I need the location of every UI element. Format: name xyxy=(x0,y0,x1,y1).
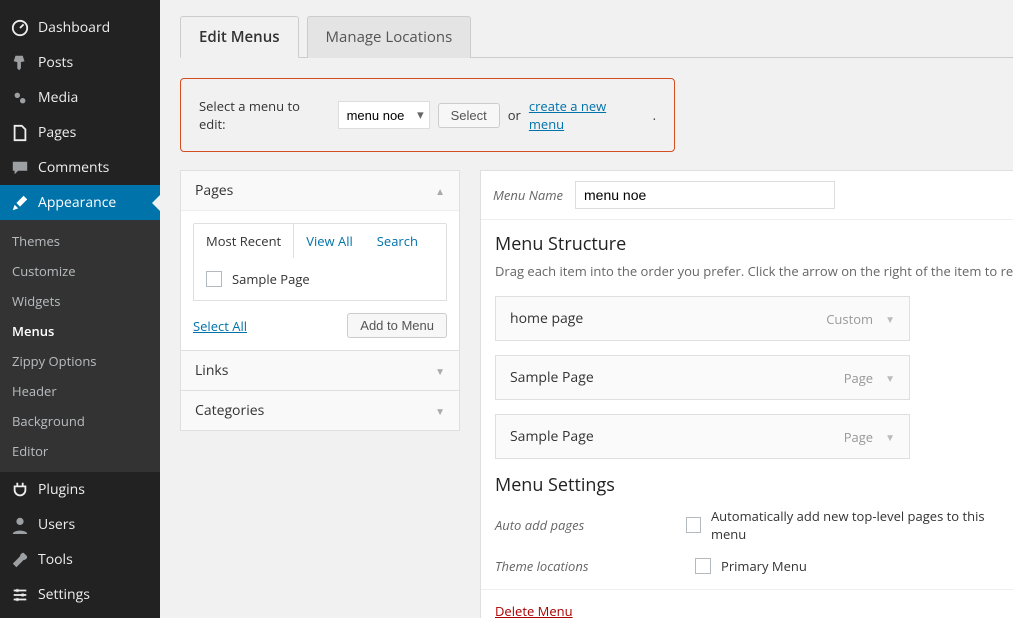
sidebar-item-label: Appearance xyxy=(38,193,116,212)
nav-tabs: Edit Menus Manage Locations xyxy=(180,15,1013,58)
auto-add-option: Automatically add new top-level pages to… xyxy=(711,507,999,543)
auto-add-label: Auto add pages xyxy=(495,516,606,534)
create-menu-link[interactable]: create a new menu xyxy=(529,97,645,133)
sidebar-item-users[interactable]: Users xyxy=(0,507,160,542)
triangle-down-icon[interactable]: ▼ xyxy=(885,430,895,444)
checkbox-icon[interactable] xyxy=(695,558,711,574)
main-content: Edit Menus Manage Locations Select a men… xyxy=(160,0,1013,618)
brush-icon xyxy=(10,194,30,212)
user-icon xyxy=(10,516,30,534)
sidebar-item-label: Media xyxy=(38,88,78,107)
triangle-up-icon: ▲ xyxy=(435,184,445,198)
sidebar-item-tools[interactable]: Tools xyxy=(0,542,160,577)
sub-item-widgets[interactable]: Widgets xyxy=(0,286,160,316)
tab-manage-locations[interactable]: Manage Locations xyxy=(307,16,472,58)
inner-tab-recent[interactable]: Most Recent xyxy=(194,224,294,258)
select-button[interactable]: Select xyxy=(438,103,500,128)
triangle-down-icon: ▼ xyxy=(435,404,445,418)
theme-location-option: Primary Menu xyxy=(721,557,807,575)
menu-item[interactable]: Sample Page Page ▼ xyxy=(495,414,910,459)
accordion-title: Pages xyxy=(195,181,233,200)
sidebar-item-label: Comments xyxy=(38,158,109,177)
accordion-title: Categories xyxy=(195,401,264,420)
menu-item[interactable]: home page Custom ▼ xyxy=(495,296,910,341)
or-text: or xyxy=(508,106,521,124)
sub-item-customize[interactable]: Customize xyxy=(0,256,160,286)
sub-item-editor[interactable]: Editor xyxy=(0,436,160,466)
triangle-down-icon[interactable]: ▼ xyxy=(885,371,895,385)
accordion-title: Links xyxy=(195,361,228,380)
inner-tab-search[interactable]: Search xyxy=(365,224,430,258)
sidebar-item-label: Users xyxy=(38,515,75,534)
pages-inner-tabs: Most Recent View All Search xyxy=(193,223,447,258)
select-menu-label: Select a menu to edit: xyxy=(199,97,330,133)
sidebar-item-pages[interactable]: Pages xyxy=(0,115,160,150)
sliders-icon xyxy=(10,586,30,604)
menu-item[interactable]: Sample Page Page ▼ xyxy=(495,355,910,400)
page-item-label: Sample Page xyxy=(232,270,310,288)
inner-tab-viewall[interactable]: View All xyxy=(294,224,365,258)
sidebar-item-label: Tools xyxy=(38,550,73,569)
accordion-categories-header[interactable]: Categories ▼ xyxy=(181,391,459,430)
sub-item-themes[interactable]: Themes xyxy=(0,226,160,256)
sub-item-zippy-options[interactable]: Zippy Options xyxy=(0,346,160,376)
menu-name-input[interactable] xyxy=(575,181,835,209)
sub-item-menus[interactable]: Menus xyxy=(0,316,160,346)
accordion-categories: Categories ▼ xyxy=(180,391,460,431)
menu-item-title: home page xyxy=(510,309,583,328)
sub-item-header[interactable]: Header xyxy=(0,376,160,406)
delete-menu-link[interactable]: Delete Menu xyxy=(495,602,573,618)
sidebar-item-media[interactable]: Media xyxy=(0,80,160,115)
menu-item-title: Sample Page xyxy=(510,427,594,446)
tab-edit-menus[interactable]: Edit Menus xyxy=(180,16,299,58)
accordion-pages: Pages ▲ Most Recent View All Search Samp… xyxy=(180,170,460,351)
period: . xyxy=(653,106,656,124)
triangle-down-icon: ▼ xyxy=(435,364,445,378)
checkbox-icon[interactable] xyxy=(206,271,222,287)
menu-edit-column: Menu Name Menu Structure Drag each item … xyxy=(480,170,1013,618)
page-checkbox-row[interactable]: Sample Page xyxy=(206,270,434,288)
checkbox-icon[interactable] xyxy=(686,517,701,533)
sidebar-item-label: Posts xyxy=(38,53,73,72)
theme-locations-label: Theme locations xyxy=(495,557,615,575)
triangle-down-icon[interactable]: ▼ xyxy=(885,312,895,326)
sidebar-item-dashboard[interactable]: Dashboard xyxy=(0,10,160,45)
menu-select-box: Select a menu to edit: menu noe Select o… xyxy=(180,78,675,152)
comment-icon xyxy=(10,159,30,177)
gauge-icon xyxy=(10,19,30,37)
menu-item-type: Page xyxy=(844,428,873,446)
accordion-links: Links ▼ xyxy=(180,351,460,391)
add-to-menu-button[interactable]: Add to Menu xyxy=(347,313,447,338)
pin-icon xyxy=(10,54,30,72)
sidebar-item-plugins[interactable]: Plugins xyxy=(0,472,160,507)
page-icon xyxy=(10,124,30,142)
menu-select[interactable]: menu noe xyxy=(338,101,430,129)
sidebar-item-posts[interactable]: Posts xyxy=(0,45,160,80)
sidebar-item-appearance[interactable]: Appearance xyxy=(0,185,160,220)
wrench-icon xyxy=(10,551,30,569)
menu-item-type: Page xyxy=(844,369,873,387)
sidebar-item-settings[interactable]: Settings xyxy=(0,577,160,612)
plug-icon xyxy=(10,481,30,499)
sidebar-item-label: Plugins xyxy=(38,480,85,499)
sidebar-item-comments[interactable]: Comments xyxy=(0,150,160,185)
sidebar-item-label: Settings xyxy=(38,585,90,604)
menu-item-type: Custom xyxy=(826,310,873,328)
select-all-link[interactable]: Select All xyxy=(193,317,247,335)
accordion-pages-header[interactable]: Pages ▲ xyxy=(181,171,459,211)
menu-item-title: Sample Page xyxy=(510,368,594,387)
menu-settings-heading: Menu Settings xyxy=(495,473,999,497)
menu-name-label: Menu Name xyxy=(493,186,563,204)
menu-structure-heading: Menu Structure xyxy=(495,232,999,256)
sub-item-background[interactable]: Background xyxy=(0,406,160,436)
menu-structure-hint: Drag each item into the order you prefer… xyxy=(495,262,999,280)
sidebar-item-label: Pages xyxy=(38,123,76,142)
sidebar-item-label: Dashboard xyxy=(38,18,110,37)
admin-sidebar: Dashboard Posts Media Pages Comments App… xyxy=(0,0,160,618)
appearance-submenu: Themes Customize Widgets Menus Zippy Opt… xyxy=(0,220,160,472)
media-icon xyxy=(10,89,30,107)
accordion-links-header[interactable]: Links ▼ xyxy=(181,351,459,390)
add-items-column: Pages ▲ Most Recent View All Search Samp… xyxy=(180,170,460,618)
